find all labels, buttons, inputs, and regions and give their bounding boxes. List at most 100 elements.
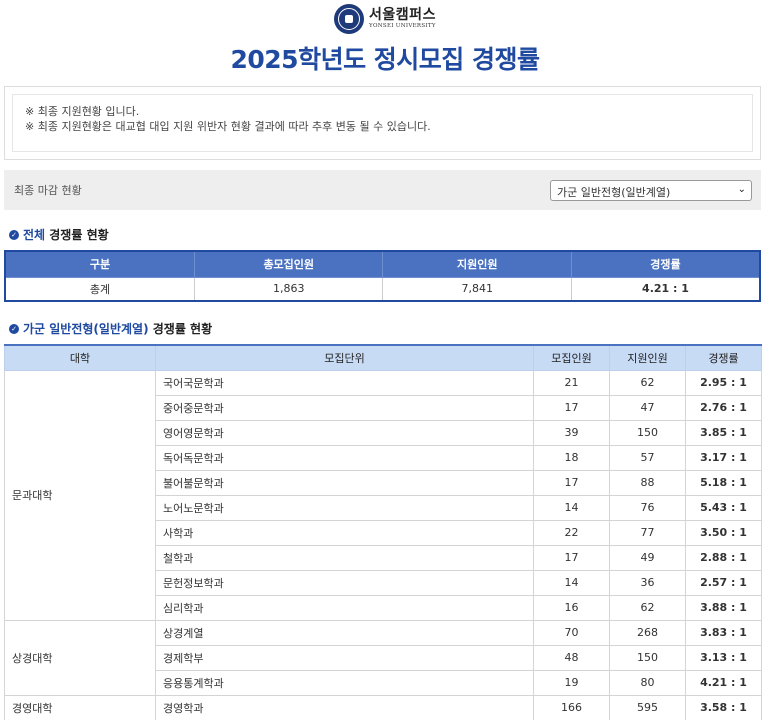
- yonsei-seal-icon: [334, 4, 365, 34]
- applicants: 80: [609, 669, 686, 696]
- chevron-down-icon: ⌄: [737, 184, 746, 195]
- department-name: 심리학과: [155, 594, 534, 621]
- ratio: 4.21 : 1: [685, 669, 762, 696]
- detail-title-highlight: 가군 일반전형(일반계열): [23, 322, 149, 336]
- detail-header-row: 대학 모집단위 모집인원 지원인원 경쟁률: [4, 344, 762, 371]
- notice-line-1: ※ 최종 지원현황 입니다.: [25, 105, 140, 118]
- status-label: 최종 마감 현황: [14, 184, 82, 197]
- col-header: 총모집인원: [193, 250, 384, 278]
- department-name: 영어영문학과: [155, 419, 534, 446]
- detail-title-rest: 경쟁률 현황: [148, 322, 213, 336]
- ratio: 2.57 : 1: [685, 569, 762, 596]
- total-quota: 1,863: [193, 276, 384, 302]
- department-name: 경제학부: [155, 644, 534, 671]
- select-value: 가군 일반전형(일반계열): [557, 186, 671, 199]
- applicants: 150: [609, 644, 686, 671]
- department-name: 사학과: [155, 519, 534, 546]
- applicants: 47: [609, 394, 686, 421]
- detail-section-title: ✓ 가군 일반전형(일반계열) 경쟁률 현황: [9, 320, 212, 337]
- col-header: 경쟁률: [570, 250, 761, 278]
- applicants: 49: [609, 544, 686, 571]
- quota: 17: [533, 544, 610, 571]
- table-row: 경영대학 경영학과 166 595 3.58 : 1: [4, 694, 762, 720]
- department-name: 철학과: [155, 544, 534, 571]
- detail-table: 대학 모집단위 모집인원 지원인원 경쟁률 문과대학 국어국문학과 21 62 2.95…: [4, 344, 762, 720]
- department-name: 중어중문학과: [155, 394, 534, 421]
- overall-table: 구분 총모집인원 지원인원 경쟁률 총계 1,863 7,841 4.21 : …: [4, 250, 761, 302]
- applicants: 36: [609, 569, 686, 596]
- overall-title-rest: 경쟁률 현황: [45, 228, 109, 242]
- ratio: 2.95 : 1: [685, 369, 762, 396]
- overall-total-row: 총계 1,863 7,841 4.21 : 1: [4, 276, 761, 302]
- applicants: 77: [609, 519, 686, 546]
- col-header: 지원인원: [609, 344, 686, 371]
- admission-type-select[interactable]: 가군 일반전형(일반계열) ⌄: [550, 180, 752, 201]
- logo-university-name: YONSEI UNIVERSITY: [369, 23, 436, 30]
- total-applicants: 7,841: [382, 276, 572, 302]
- ratio: 3.58 : 1: [685, 694, 762, 720]
- overall-section-title: ✓ 전체 경쟁률 현황: [9, 226, 109, 243]
- college-name: 경영대학: [4, 694, 156, 720]
- quota: 18: [533, 444, 610, 471]
- total-label: 총계: [4, 276, 195, 302]
- quota: 22: [533, 519, 610, 546]
- applicants: 62: [609, 594, 686, 621]
- department-name: 국어국문학과: [155, 369, 534, 396]
- ratio: 2.88 : 1: [685, 544, 762, 571]
- ratio: 5.18 : 1: [685, 469, 762, 496]
- ratio: 3.13 : 1: [685, 644, 762, 671]
- college-name: 문과대학: [4, 369, 156, 621]
- department-name: 경영학과: [155, 694, 534, 720]
- notice-line-2: ※ 최종 지원현황은 대교협 대입 지원 위반자 현황 결과에 따라 추후 변동…: [25, 120, 431, 133]
- ratio: 5.43 : 1: [685, 494, 762, 521]
- applicants: 62: [609, 369, 686, 396]
- quota: 48: [533, 644, 610, 671]
- applicants: 595: [609, 694, 686, 720]
- quota: 14: [533, 494, 610, 521]
- total-ratio: 4.21 : 1: [570, 276, 761, 302]
- quota: 166: [533, 694, 610, 720]
- college-name: 상경대학: [4, 619, 156, 696]
- quota: 39: [533, 419, 610, 446]
- col-header: 모집단위: [155, 344, 534, 371]
- department-name: 불어불문학과: [155, 469, 534, 496]
- page-title: 2025학년도 정시모집 경쟁률: [230, 45, 541, 74]
- check-circle-icon: ✓: [9, 323, 19, 334]
- quota: 21: [533, 369, 610, 396]
- table-row: 상경대학 상경계열 70 268 3.83 : 1: [4, 619, 762, 696]
- ratio: 3.88 : 1: [685, 594, 762, 621]
- department-name: 노어노문학과: [155, 494, 534, 521]
- department-name: 응용통계학과: [155, 669, 534, 696]
- col-header: 지원인원: [382, 250, 572, 278]
- ratio: 3.50 : 1: [685, 519, 762, 546]
- applicants: 76: [609, 494, 686, 521]
- applicants: 88: [609, 469, 686, 496]
- applicants: 57: [609, 444, 686, 471]
- department-name: 상경계열: [155, 619, 534, 646]
- ratio: 3.17 : 1: [685, 444, 762, 471]
- check-circle-icon: ✓: [9, 229, 19, 240]
- quota: 70: [533, 619, 610, 646]
- logo-campus-name: 서울캠퍼스: [369, 7, 436, 24]
- quota: 14: [533, 569, 610, 596]
- quota: 17: [533, 394, 610, 421]
- logo[interactable]: 서울캠퍼스 YONSEI UNIVERSITY: [0, 4, 770, 34]
- overall-header-row: 구분 총모집인원 지원인원 경쟁률: [4, 250, 761, 278]
- applicants: 150: [609, 419, 686, 446]
- col-header: 경쟁률: [685, 344, 762, 371]
- col-header: 대학: [4, 344, 156, 371]
- ratio: 3.83 : 1: [685, 619, 762, 646]
- quota: 16: [533, 594, 610, 621]
- notice-box: ※ 최종 지원현황 입니다. ※ 최종 지원현황은 대교협 대입 지원 위반자 …: [4, 86, 761, 160]
- ratio: 2.76 : 1: [685, 394, 762, 421]
- col-header: 모집인원: [533, 344, 610, 371]
- department-name: 문헌정보학과: [155, 569, 534, 596]
- table-row: 문과대학 국어국문학과 21 62 2.95 : 1: [4, 369, 762, 621]
- quota: 19: [533, 669, 610, 696]
- status-bar: 최종 마감 현황 가군 일반전형(일반계열) ⌄: [4, 170, 761, 210]
- overall-title-highlight: 전체: [23, 228, 46, 242]
- ratio: 3.85 : 1: [685, 419, 762, 446]
- department-name: 독어독문학과: [155, 444, 534, 471]
- col-header: 구분: [4, 250, 195, 278]
- applicants: 268: [609, 619, 686, 646]
